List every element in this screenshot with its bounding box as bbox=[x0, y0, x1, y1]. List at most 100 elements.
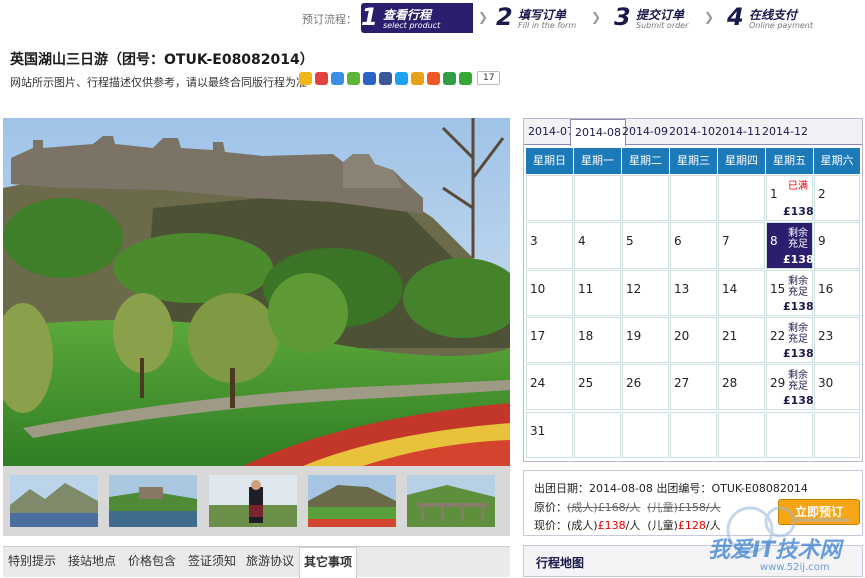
step-subtitle: Fill in the form bbox=[518, 21, 577, 30]
renren-icon[interactable] bbox=[363, 71, 376, 85]
departure-calendar: 2014-07 2014-08 2014-09 2014-10 2014-11 … bbox=[523, 118, 863, 462]
current-adult-price: £138 bbox=[597, 519, 626, 532]
month-tab-active[interactable]: 2014-08 bbox=[570, 119, 626, 146]
calendar-day: 11 bbox=[574, 269, 621, 316]
calendar-empty-cell bbox=[718, 411, 765, 458]
calendar-empty-cell bbox=[670, 411, 717, 458]
tour-title: 英国湖山三日游（团号：OTUK-E08082014） bbox=[10, 52, 314, 68]
calendar-day: 23 bbox=[814, 316, 860, 364]
day-price: £138 bbox=[783, 394, 814, 408]
day-number: 8 bbox=[770, 234, 778, 249]
calendar-day: 21 bbox=[718, 316, 765, 364]
calendar-day: 17 bbox=[526, 316, 573, 364]
calendar-day: 6 bbox=[670, 222, 717, 269]
calendar-day: 3 bbox=[526, 222, 573, 269]
thumbnail-bagpiper[interactable] bbox=[209, 475, 297, 527]
calendar-day: 27 bbox=[670, 364, 717, 411]
calendar-day: 24 bbox=[526, 364, 573, 411]
kaixin-icon[interactable] bbox=[411, 71, 424, 85]
day-number: 17 bbox=[530, 328, 546, 343]
tab-visa-info[interactable]: 签证须知 bbox=[183, 547, 241, 578]
day-number: 4 bbox=[578, 234, 586, 249]
thumbnail-lake-mountains[interactable] bbox=[10, 475, 98, 527]
day-number: 20 bbox=[674, 328, 690, 343]
day-number: 22 bbox=[770, 328, 786, 343]
weibo-icon[interactable] bbox=[315, 71, 328, 85]
thumbnail-castle-park[interactable] bbox=[308, 475, 396, 527]
weekday-fri-header: 星期五 bbox=[766, 148, 813, 174]
calendar-day[interactable]: 1 已满 £138 bbox=[766, 175, 814, 222]
day-number: 3 bbox=[530, 234, 538, 249]
original-price-label: 原价： bbox=[534, 501, 567, 514]
month-tab[interactable]: 2014-07 bbox=[528, 125, 574, 138]
calendar-day[interactable]: 8 剩余 充足 £138 bbox=[766, 222, 814, 269]
departure-code: OTUK-E08082014 bbox=[711, 482, 808, 495]
thumbnail-viaduct[interactable] bbox=[407, 475, 495, 527]
availability-status: 剩余 充足 bbox=[788, 322, 808, 345]
day-price: £138 bbox=[783, 347, 814, 361]
departure-date: 2014-08-08 bbox=[589, 482, 653, 495]
calendar-day: 5 bbox=[622, 222, 669, 269]
day-price: £138 bbox=[783, 205, 814, 219]
calendar-day: 28 bbox=[718, 364, 765, 411]
tab-travel-agreement[interactable]: 旅游协议 bbox=[241, 547, 299, 578]
thumbnail-strip bbox=[3, 466, 510, 536]
calendar-day: 25 bbox=[574, 364, 621, 411]
route-map-title: 行程地图 bbox=[536, 556, 585, 570]
qzone-icon[interactable] bbox=[299, 71, 312, 85]
calendar-day[interactable]: 15 剩余 充足 £138 bbox=[766, 269, 814, 316]
more-share-icon[interactable] bbox=[459, 71, 472, 85]
calendar-day: 18 bbox=[574, 316, 621, 364]
day-number: 23 bbox=[818, 328, 834, 343]
current-price-line: 现价：(成人)£138/人 (儿童)£128/人 bbox=[534, 517, 721, 533]
tab-pickup-location[interactable]: 接站地点 bbox=[63, 547, 121, 578]
douban-icon[interactable] bbox=[443, 71, 456, 85]
calendar-day: 20 bbox=[670, 316, 717, 364]
chevron-right-icon: ❯ bbox=[478, 10, 489, 24]
step-number: 4 bbox=[727, 3, 744, 31]
calendar-day[interactable]: 29 剩余 充足 £138 bbox=[766, 364, 814, 411]
tab-special-notes[interactable]: 特别提示 bbox=[3, 547, 61, 578]
facebook-icon[interactable] bbox=[379, 71, 392, 85]
month-tab[interactable]: 2014-09 bbox=[622, 125, 668, 138]
day-number: 27 bbox=[674, 376, 690, 391]
departure-line: 出团日期：2014-08-08 出团编号：OTUK-E08082014 bbox=[534, 480, 808, 496]
calendar-day: 4 bbox=[574, 222, 621, 269]
share-bar: 17 bbox=[299, 70, 501, 86]
month-tab[interactable]: 2014-11 bbox=[715, 125, 761, 138]
taobao-icon[interactable] bbox=[427, 71, 440, 85]
day-number: 1 bbox=[770, 187, 778, 201]
tab-other-matters[interactable]: 其它事项 bbox=[299, 547, 357, 578]
day-number: 9 bbox=[818, 234, 826, 249]
calendar-day: 19 bbox=[622, 316, 669, 364]
thumbnail-castle-loch[interactable] bbox=[109, 475, 197, 527]
chevron-right-icon: ❯ bbox=[704, 10, 715, 24]
step-number: 3 bbox=[614, 3, 631, 31]
calendar-day: 10 bbox=[526, 269, 573, 316]
day-number: 15 bbox=[770, 281, 786, 296]
booking-steps: 预订流程： 1 查看行程 select product ❯ 2 填写订单 Fil… bbox=[0, 0, 865, 38]
day-number: 24 bbox=[530, 376, 546, 391]
twitter-icon[interactable] bbox=[395, 71, 408, 85]
day-number: 5 bbox=[626, 234, 634, 249]
month-tab[interactable]: 2014-10 bbox=[669, 125, 715, 138]
weekday-thu-header: 星期四 bbox=[718, 148, 765, 174]
step-select-product: 1 查看行程 select product bbox=[361, 3, 473, 33]
day-number: 30 bbox=[818, 376, 834, 391]
pengyou-icon[interactable] bbox=[331, 71, 344, 85]
day-number: 29 bbox=[770, 376, 786, 391]
step-online-payment: 4 在线支付 Online payment bbox=[727, 3, 827, 33]
calendar-empty-cell bbox=[718, 175, 765, 222]
adult-label: (成人) bbox=[567, 519, 598, 532]
weixin-icon[interactable] bbox=[347, 71, 360, 85]
calendar-day[interactable]: 22 剩余 充足 £138 bbox=[766, 316, 814, 364]
month-tab[interactable]: 2014-12 bbox=[762, 125, 808, 138]
calendar-empty-cell bbox=[766, 411, 813, 458]
watermark-text: 我爱IT技术网 bbox=[708, 538, 842, 563]
main-tour-photo bbox=[3, 118, 510, 466]
original-adult-price: (成人)£168/人 bbox=[567, 501, 641, 514]
day-number: 21 bbox=[722, 328, 738, 343]
tab-price-includes[interactable]: 价格包含 bbox=[123, 547, 181, 578]
step-subtitle: Online payment bbox=[749, 21, 813, 30]
day-number: 10 bbox=[530, 281, 546, 296]
